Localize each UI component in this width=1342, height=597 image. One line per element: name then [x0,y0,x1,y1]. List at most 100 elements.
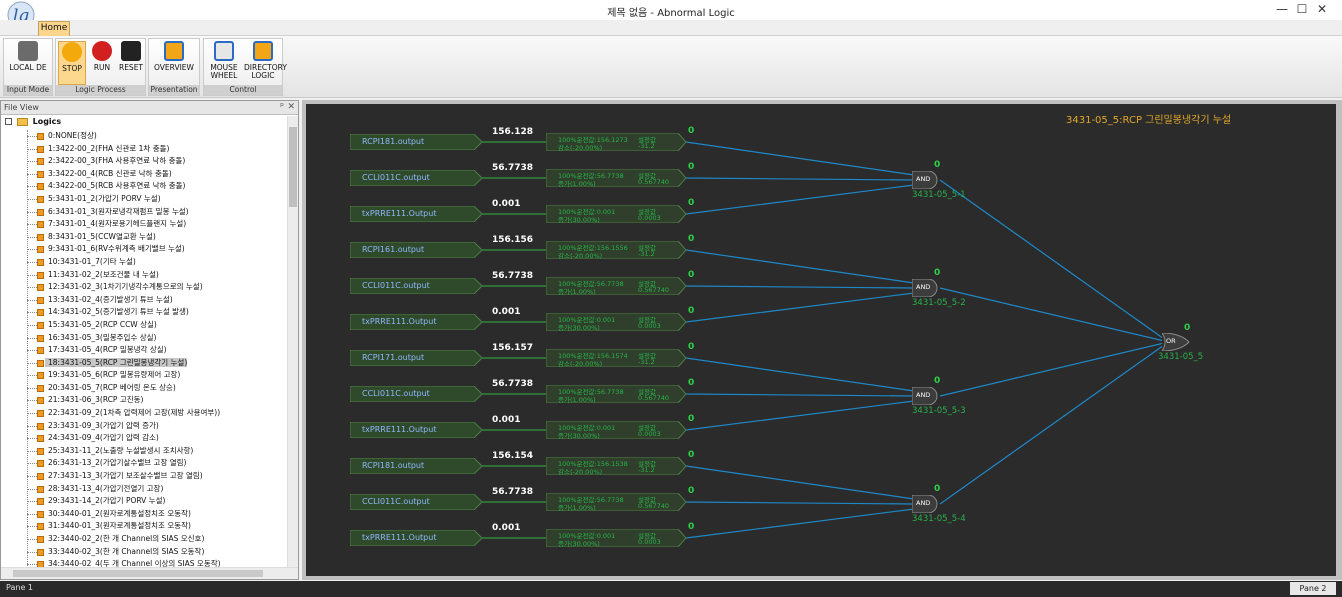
tab-home[interactable]: Home [38,21,70,36]
collapse-icon[interactable] [5,118,12,125]
threshold-block[interactable]: 100%운전값:156.1273 감소(-20.00%) 설정값 -31.2 [546,133,686,152]
input-tag[interactable]: CCLI011C.output [350,278,482,294]
tree-item[interactable]: 25:3431-11_2(노출량 누설발생시 조치사항) [21,445,281,458]
tree-item[interactable]: 6:3431-01_3(원자로냉각재펌프 밀봉 누설) [21,206,281,219]
and-gate[interactable]: AND [912,387,940,405]
input-tag[interactable]: CCLI011C.output [350,494,482,510]
tree-item[interactable]: 21:3431-06_3(RCP 고진동) [21,394,281,407]
tree-item[interactable]: 12:3431-02_3(1차기기냉각수계통으로의 누설) [21,281,281,294]
local-de-button[interactable]: LOCAL DE [6,41,50,85]
logic-diagram[interactable]: 3431-05_5:RCP 그린밀봉냉각기 누설 RCPI181.output 1… [306,104,1336,576]
logic-file-icon [37,183,44,191]
tree-item-label: 9:3431-01_6(RV수위계측 배기밸브 누설) [48,244,185,254]
tree-item[interactable]: 9:3431-01_6(RV수위계측 배기밸브 누설) [21,243,281,256]
and-gate[interactable]: AND [912,171,940,189]
threshold-block[interactable]: 100%운전값:0.001 증가(30.00%) 설정값 0.0003 [546,421,686,440]
group-input-mode: LOCAL DE Input Mode [3,38,53,96]
tree-item[interactable]: 0:NONE(정상) [21,130,281,143]
tree-item[interactable]: 13:3431-02_4(증기발생기 튜브 누설) [21,294,281,307]
run-button[interactable]: RUN [88,41,116,85]
threshold-block[interactable]: 100%운전값:0.001 증가(30.00%) 설정값 0.0003 [546,529,686,548]
tree-item[interactable]: 3:3422-00_4(RCB 신관로 낙하 충돌) [21,168,281,181]
threshold-line-2: 증가(1.00%) [558,396,596,404]
tree-item[interactable]: 8:3431-01_5(CCW열교환 누설) [21,231,281,244]
input-tag[interactable]: CCLI011C.output [350,386,482,402]
tree-item[interactable]: 28:3431-13_4(가압기전열기 고장) [21,483,281,496]
threshold-block[interactable]: 100%운전값:0.001 증가(30.00%) 설정값 0.0003 [546,313,686,332]
input-tag[interactable]: txPRRE111.Output [350,422,482,438]
tree-item[interactable]: 34:3440-02_4(두 개 Channel 이상의 SIAS 오동작) [21,558,281,567]
tree-item[interactable]: 33:3440-02_3(한 개 Channel의 SIAS 오동작) [21,546,281,559]
threshold-block[interactable]: 100%운전값:0.001 증가(30.00%) 설정값 0.0003 [546,205,686,224]
threshold-block[interactable]: 100%운전값:56.7738 증가(1.00%) 설정값 0.567740 [546,493,686,512]
threshold-block[interactable]: 100%운전값:56.7738 증가(1.00%) 설정값 0.567740 [546,277,686,296]
stop-button[interactable]: STOP [58,41,86,85]
mouse-wheel-button[interactable]: MOUSE WHEEL [206,41,242,85]
input-tag[interactable]: RCPI171.output [350,350,482,366]
tree-item[interactable]: 7:3431-01_4(원자로용기헤드플랜지 누설) [21,218,281,231]
horizontal-scrollbar[interactable] [1,567,298,579]
tree-item[interactable]: 19:3431-05_6(RCP 밀봉유량제어 고장) [21,369,281,382]
tree-item[interactable]: 32:3440-02_2(한 개 Channel의 SIAS 오신호) [21,533,281,546]
tree-item[interactable]: 23:3431-09_3(가압기 압력 증가) [21,420,281,433]
close-button[interactable]: ✕ [1302,0,1342,20]
tree-item[interactable]: 18:3431-05_5(RCP 그린밀봉냉각기 누설) [21,357,281,370]
threshold-block[interactable]: 100%운전값:156.1556 감소(-20.00%) 설정값 -31.2 [546,241,686,260]
threshold-block[interactable]: 100%운전값:56.7738 증가(1.00%) 설정값 0.567740 [546,385,686,404]
tree-root[interactable]: Logics [5,117,61,128]
tree-item[interactable]: 14:3431-02_5(증기발생기 튜브 누설 발생) [21,306,281,319]
tree-item[interactable]: 5:3431-01_2(가압기 PORV 누설) [21,193,281,206]
reset-button[interactable]: RESET [117,41,145,85]
tree-item-label: 6:3431-01_3(원자로냉각재펌프 밀봉 누설) [48,206,189,216]
tree-item[interactable]: 20:3431-05_7(RCP 베어링 온도 상승) [21,382,281,395]
panel-close-icon[interactable]: ✕ [287,101,295,114]
tree-item[interactable]: 15:3431-05_2(RCP CCW 상실) [21,319,281,332]
input-tag[interactable]: txPRRE111.Output [350,206,482,222]
horizontal-scroll-thumb[interactable] [13,570,263,577]
tree-item[interactable]: 29:3431-14_2(가압기 PORV 누설) [21,495,281,508]
tree-item[interactable]: 1:3422-00_2(FHA 신관로 1차 충돌) [21,143,281,156]
input-value: 0.001 [492,523,521,533]
input-tag[interactable]: RCPI161.output [350,242,482,258]
threshold-block[interactable]: 100%운전값:156.1574 감소(-20.00%) 설정값 -31.2 [546,349,686,368]
wire [685,141,915,176]
or-gate[interactable]: OR [1162,333,1190,351]
logic-tree[interactable]: Logics 0:NONE(정상) 1:3422-00_2(FHA 신관로 1차 … [1,116,287,567]
tree-item[interactable]: 27:3431-13_3(가압기 보조살수밸브 고장 열림) [21,470,281,483]
input-tag[interactable]: RCPI181.output [350,458,482,474]
tree-item[interactable]: 24:3431-09_4(가압기 압력 감소) [21,432,281,445]
tree-item[interactable]: 2:3422-00_3(FHA 사용후연료 낙하 충돌) [21,155,281,168]
overview-button[interactable]: OVERVIEW [151,41,197,85]
and-gate-label: AND [916,499,931,507]
vertical-scrollbar[interactable] [287,116,298,567]
logic-file-icon [37,384,44,392]
logic-file-icon [37,321,44,329]
block-output-bit: 0 [688,486,695,496]
and-gate[interactable]: AND [912,495,940,513]
wire [685,465,915,500]
input-tag[interactable]: CCLI011C.output [350,170,482,186]
input-tag[interactable]: RCPI181.output [350,134,482,150]
tree-item[interactable]: 31:3440-01_3(원자로계통설정치조 오동작) [21,520,281,533]
tree-item[interactable]: 11:3431-02_2(보조건물 내 누설) [21,269,281,282]
and-gate[interactable]: AND [912,279,940,297]
tree-item[interactable]: 10:3431-01_7(기타 누설) [21,256,281,269]
tree-item[interactable]: 30:3440-01_2(원자로계통설정치조 오동작) [21,508,281,521]
run-label: RUN [93,63,111,72]
logic-file-icon [37,422,44,430]
threshold-block[interactable]: 100%운전값:56.7738 증가(1.00%) 설정값 0.567740 [546,169,686,188]
tree-item[interactable]: 4:3422-00_5(RCB 사용후연료 낙하 충돌) [21,180,281,193]
directory-logic-button[interactable]: DIRECTORY LOGIC [244,41,287,85]
tree-item[interactable]: 17:3431-05_4(RCP 밀봉냉각 상실) [21,344,281,357]
logic-file-icon [37,133,44,140]
vertical-scroll-thumb[interactable] [289,127,297,207]
threshold-block[interactable]: 100%운전값:156.1538 감소(-20.00%) 설정값 -31.2 [546,457,686,476]
input-tag[interactable]: txPRRE111.Output [350,314,482,330]
pin-icon[interactable]: ᵖ [280,101,284,114]
tree-item[interactable]: 22:3431-09_2(1차측 압력제어 고장(제방 사용여부)) [21,407,281,420]
tree-item[interactable]: 26:3431-13_2(가압기살수밸브 고장 열림) [21,457,281,470]
input-tag-label: CCLI011C.output [362,497,430,506]
tree-item-label: 18:3431-05_5(RCP 그린밀봉냉각기 누설) [45,357,188,367]
tree-item[interactable]: 16:3431-05_3(밀봉주입수 상실) [21,332,281,345]
input-tag[interactable]: txPRRE111.Output [350,530,482,546]
